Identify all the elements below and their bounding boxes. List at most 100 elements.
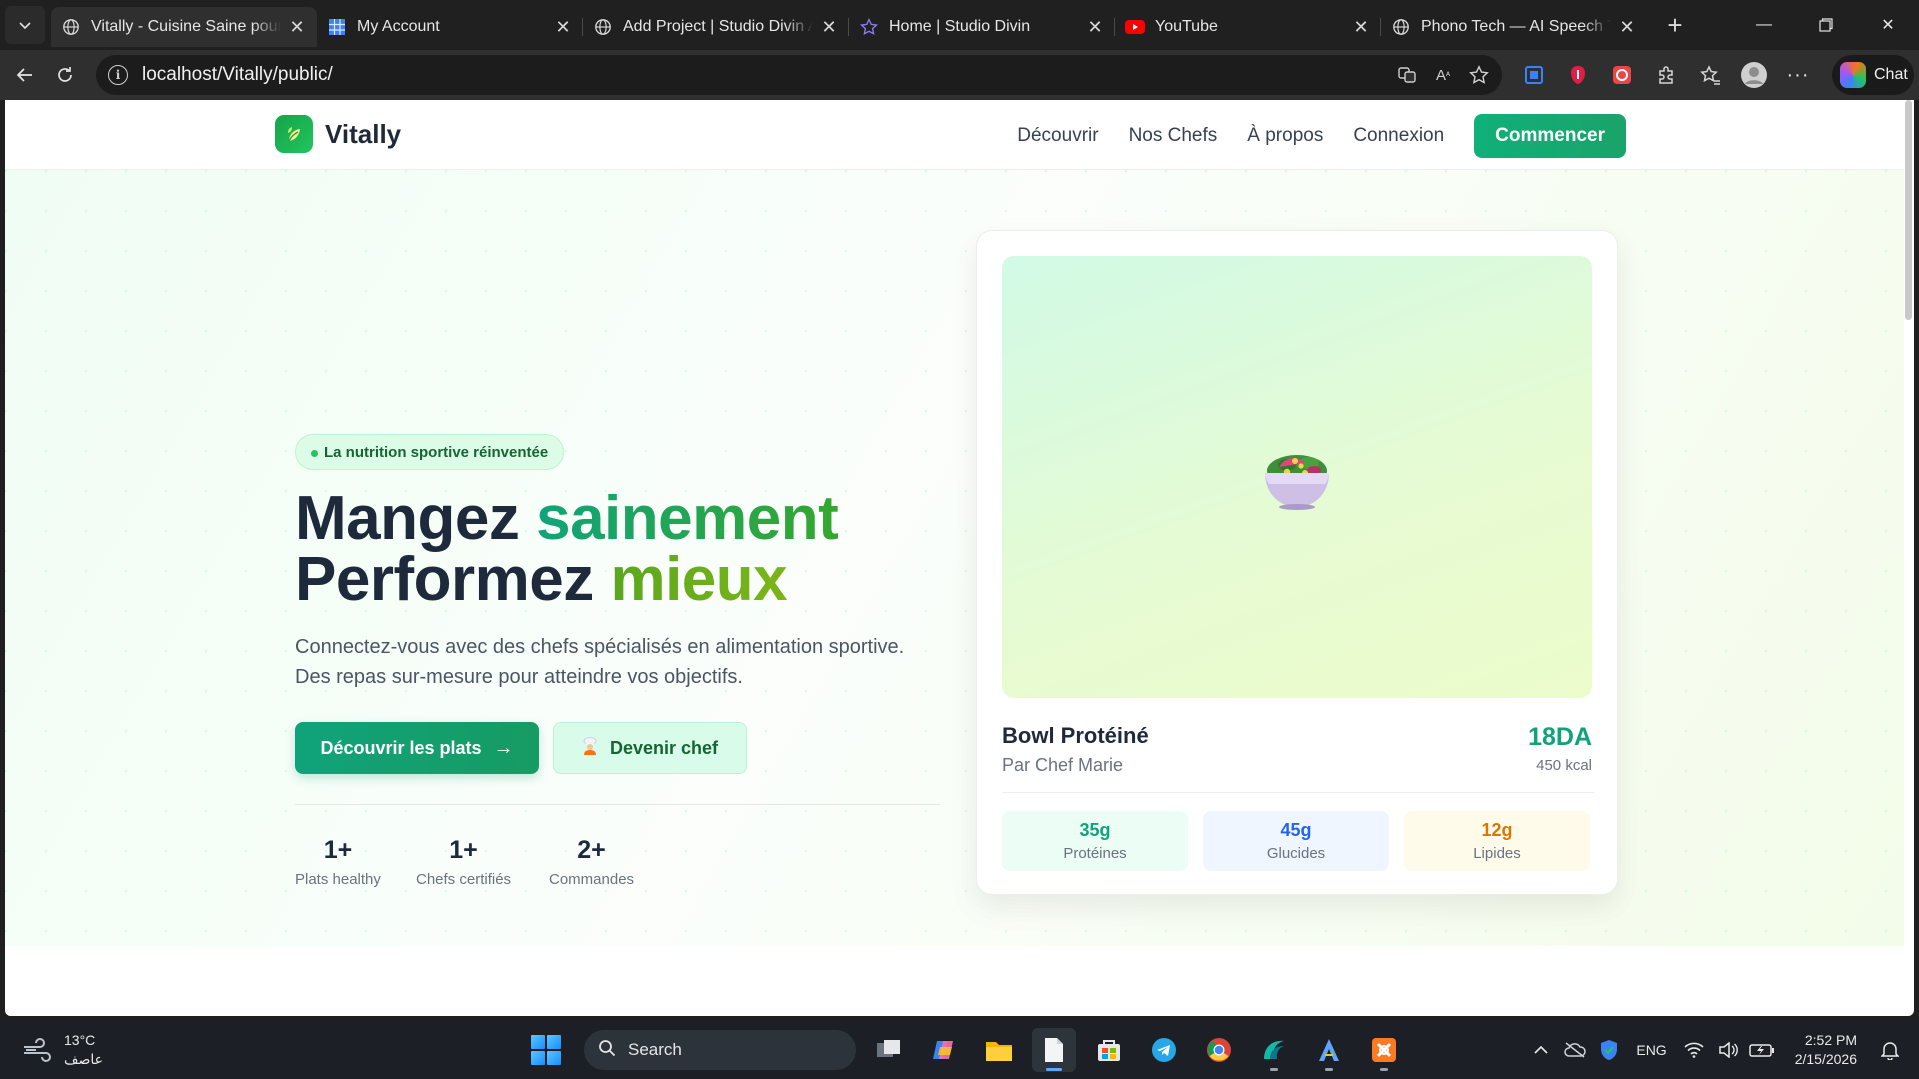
leaf-logo-icon (275, 115, 313, 153)
nav-login-link[interactable]: Connexion (1353, 125, 1444, 147)
favorites-icon[interactable] (1688, 55, 1732, 95)
extensions-area: ··· (1512, 55, 1820, 95)
hero-badge: La nutrition sportive réinventée (295, 434, 565, 470)
hero-title: Mangez sainement Performez mieux (295, 488, 839, 611)
tab-actions-button[interactable] (5, 6, 45, 44)
weather-widget[interactable]: 13°C عاصف (20, 1031, 103, 1069)
back-icon[interactable] (5, 55, 45, 95)
star-icon (859, 17, 879, 37)
copilot-chat-button[interactable]: Chat (1832, 55, 1914, 95)
become-chef-button[interactable]: Devenir chef (553, 722, 747, 774)
macro-value: 45g (1280, 820, 1312, 840)
tab-studio-divin[interactable]: Home | Studio Divin ✕ (848, 7, 1115, 47)
favorite-star-icon[interactable] (1466, 62, 1492, 88)
tab-vitally[interactable]: Vitally - Cuisine Saine pour Sportifs ✕ (51, 7, 317, 47)
copilot-app-icon[interactable] (922, 1028, 966, 1072)
close-icon[interactable]: ✕ (1085, 17, 1105, 37)
brand-name: Vitally (325, 118, 402, 149)
new-tab-button[interactable]: + (1657, 7, 1693, 43)
xampp-icon[interactable] (1362, 1028, 1406, 1072)
telegram-icon[interactable] (1142, 1028, 1186, 1072)
notepad-icon[interactable] (1032, 1028, 1076, 1072)
nav-chefs-link[interactable]: Nos Chefs (1129, 125, 1218, 147)
close-icon[interactable]: ✕ (819, 17, 839, 37)
notification-bell-icon[interactable] (1873, 1033, 1907, 1067)
grid-icon (327, 17, 347, 37)
record-extension-icon[interactable] (1600, 55, 1644, 95)
task-view-icon[interactable] (867, 1028, 911, 1072)
file-explorer-icon[interactable] (977, 1028, 1021, 1072)
tab-title: Home | Studio Divin (889, 18, 1031, 35)
chrome-icon[interactable] (1197, 1028, 1241, 1072)
get-started-button[interactable]: Commencer (1474, 114, 1626, 158)
tab-add-project[interactable]: Add Project | Studio Divin Admin ✕ (582, 7, 849, 47)
profile-avatar-icon[interactable] (1732, 55, 1776, 95)
hero-bottom (5, 946, 1904, 1016)
read-aloud-icon[interactable]: Aᴬ (1430, 62, 1456, 88)
close-icon[interactable]: ✕ (1617, 17, 1637, 37)
tab-youtube[interactable]: YouTube ✕ (1114, 7, 1381, 47)
more-options-icon[interactable]: ··· (1776, 55, 1820, 95)
youtube-icon (1125, 17, 1145, 37)
hero-title-highlight: mieux (610, 545, 788, 614)
tab-title: YouTube (1155, 18, 1218, 35)
info-icon[interactable]: i (108, 65, 128, 85)
close-icon[interactable]: ✕ (287, 17, 307, 37)
wifi-icon[interactable] (1677, 1033, 1711, 1067)
tab-strip: Vitally - Cuisine Saine pour Sportifs ✕ … (0, 0, 1919, 50)
nav-discover-link[interactable]: Découvrir (1017, 125, 1098, 147)
page-scrollbar[interactable] (1905, 100, 1912, 320)
card-divider (1002, 792, 1594, 793)
screen-capture-extension-icon[interactable] (1512, 55, 1556, 95)
dish-chef: Par Chef Marie (1002, 755, 1124, 775)
system-clock[interactable]: 2:52 PM 2/15/2026 (1795, 1031, 1857, 1069)
url-text[interactable]: localhost/Vitally/public/ (142, 64, 333, 86)
chef-icon (582, 736, 598, 760)
tab-phono-tech[interactable]: Phono Tech — AI Speech Therapy ✕ (1380, 7, 1647, 47)
featured-dish-card[interactable]: Bowl Protéiné Par Chef Marie 18DA 450 kc… (976, 230, 1618, 895)
translate-icon[interactable] (1394, 62, 1420, 88)
restore-icon[interactable] (1795, 0, 1857, 50)
battery-charging-icon[interactable] (1745, 1033, 1779, 1067)
macro-protein: 35g Protéines (1002, 811, 1188, 871)
tab-title: Vitally - Cuisine Saine pour Sportifs (91, 18, 281, 35)
close-icon[interactable]: ✕ (1351, 17, 1371, 37)
discover-dishes-label: Découvrir les plats (320, 737, 482, 758)
dish-price: 18DA (1528, 723, 1592, 751)
language-indicator[interactable]: ENG (1636, 1042, 1666, 1058)
close-icon[interactable]: ✕ (553, 17, 573, 37)
hero-title-part: Mangez (295, 484, 537, 553)
macro-value: 35g (1079, 820, 1111, 840)
adblock-extension-icon[interactable] (1556, 55, 1600, 95)
chevron-up-icon[interactable] (1524, 1033, 1558, 1067)
wave-app-icon[interactable] (1252, 1028, 1296, 1072)
hero-title-highlight: sainement (536, 484, 839, 553)
discover-dishes-button[interactable]: Découvrir les plats → (295, 722, 539, 774)
dish-image (1002, 256, 1592, 698)
arch-app-icon[interactable] (1307, 1028, 1351, 1072)
hero-lead: Connectez-vous avec des chefs spécialisé… (295, 636, 905, 688)
window-controls: — ✕ (1733, 0, 1919, 50)
hero-section (5, 170, 1904, 946)
taskbar-search[interactable]: Search (584, 1030, 856, 1070)
volume-icon[interactable] (1711, 1033, 1745, 1067)
page-viewport: Vitally Découvrir Nos Chefs À propos Con… (5, 100, 1914, 1016)
reload-icon[interactable] (45, 55, 85, 95)
extensions-puzzle-icon[interactable] (1644, 55, 1688, 95)
brand[interactable]: Vitally (275, 115, 401, 153)
close-window-icon[interactable]: ✕ (1857, 0, 1919, 50)
browser-toolbar: i localhost/Vitally/public/ Aᴬ ··· (0, 50, 1919, 100)
minimize-icon[interactable]: — (1733, 0, 1795, 50)
tab-my-account[interactable]: My Account ✕ (317, 7, 583, 47)
security-shield-icon[interactable] (1592, 1033, 1626, 1067)
nav-about-link[interactable]: À propos (1247, 125, 1323, 147)
chat-label: Chat (1874, 66, 1908, 83)
tab-title: Add Project | Studio Divin Admin (623, 18, 813, 35)
microsoft-store-icon[interactable] (1087, 1028, 1131, 1072)
chevron-down-icon (19, 22, 31, 30)
start-button[interactable] (524, 1028, 568, 1072)
stat-value: 1+ (323, 836, 353, 864)
dish-name: Bowl Protéiné (1002, 723, 1149, 748)
cloud-offline-icon[interactable] (1558, 1033, 1592, 1067)
address-bar[interactable]: i localhost/Vitally/public/ Aᴬ (96, 55, 1502, 95)
